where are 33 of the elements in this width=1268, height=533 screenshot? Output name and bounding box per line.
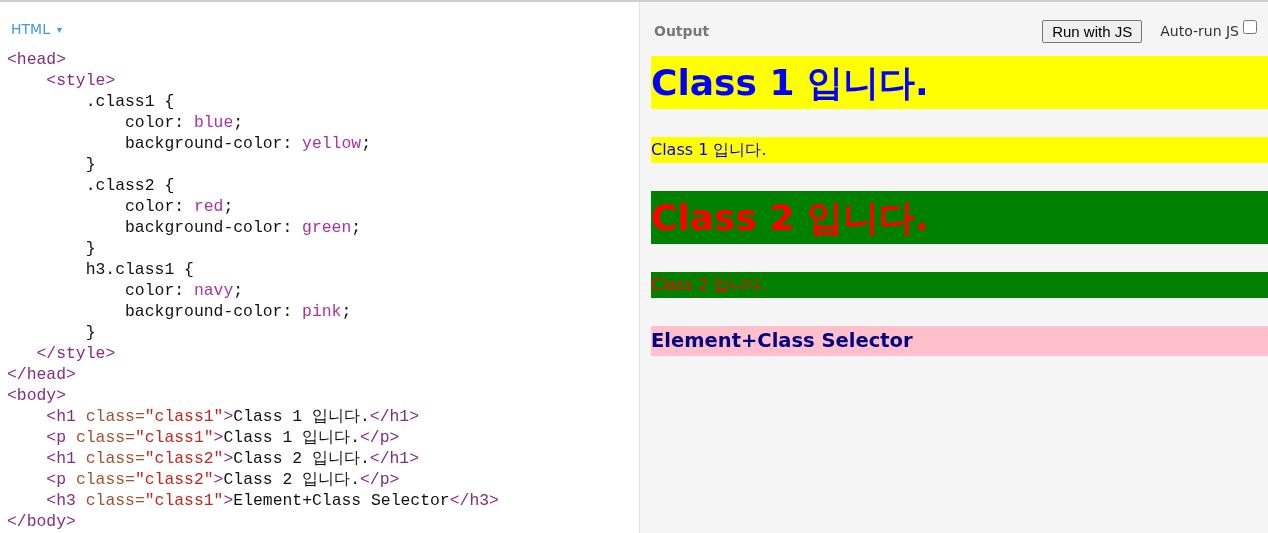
code-line: background-color: yellow;	[124, 133, 372, 154]
code-line: </style>	[35, 343, 117, 364]
code-line: </body>	[7, 511, 77, 532]
code-line: <style>	[45, 70, 117, 91]
caret-icon: ▾	[56, 23, 62, 35]
output-paragraph: Class 2 입니다.	[651, 274, 767, 296]
code-line: <body>	[7, 385, 68, 406]
output-title: Output	[654, 23, 711, 39]
code-line: <head>	[7, 49, 68, 70]
code-line: }	[84, 154, 97, 175]
code-line: color: red;	[124, 196, 235, 217]
output-heading: Class 2 입니다.	[651, 196, 929, 240]
run-button[interactable]: Run with JS	[1042, 19, 1143, 43]
code-line: }	[84, 238, 97, 259]
code-line: color: navy;	[124, 280, 245, 301]
code-line: .class1 {	[84, 91, 176, 112]
output-heading: Element+Class Selector	[651, 328, 913, 354]
code-line: background-color: pink;	[124, 301, 353, 322]
code-line: <h1 class="class1">Class 1 입니다.</h1>	[45, 406, 421, 427]
code-line: background-color: green;	[124, 217, 363, 238]
output-heading: Class 1 입니다.	[651, 61, 929, 105]
code-line: </head>	[7, 364, 77, 385]
code-line: <h3 class="class1">Element+Class Selector</h3>	[45, 490, 500, 511]
code-line: }	[84, 322, 97, 343]
code-line: <h1 class="class2">Class 2 입니다.</h1>	[45, 448, 421, 469]
code-line: .class2 {	[84, 175, 176, 196]
code-line: <p class="class2">Class 2 입니다.</p>	[45, 469, 401, 490]
code-line: color: blue;	[124, 112, 245, 133]
auto-run-label: Auto-run JS	[1160, 23, 1239, 39]
output-paragraph: Class 1 입니다.	[651, 139, 767, 161]
code-line: <p class="class1">Class 1 입니다.</p>	[45, 427, 401, 448]
code-line: h3.class1 {	[84, 259, 195, 280]
auto-run-checkbox[interactable]	[1243, 20, 1257, 34]
